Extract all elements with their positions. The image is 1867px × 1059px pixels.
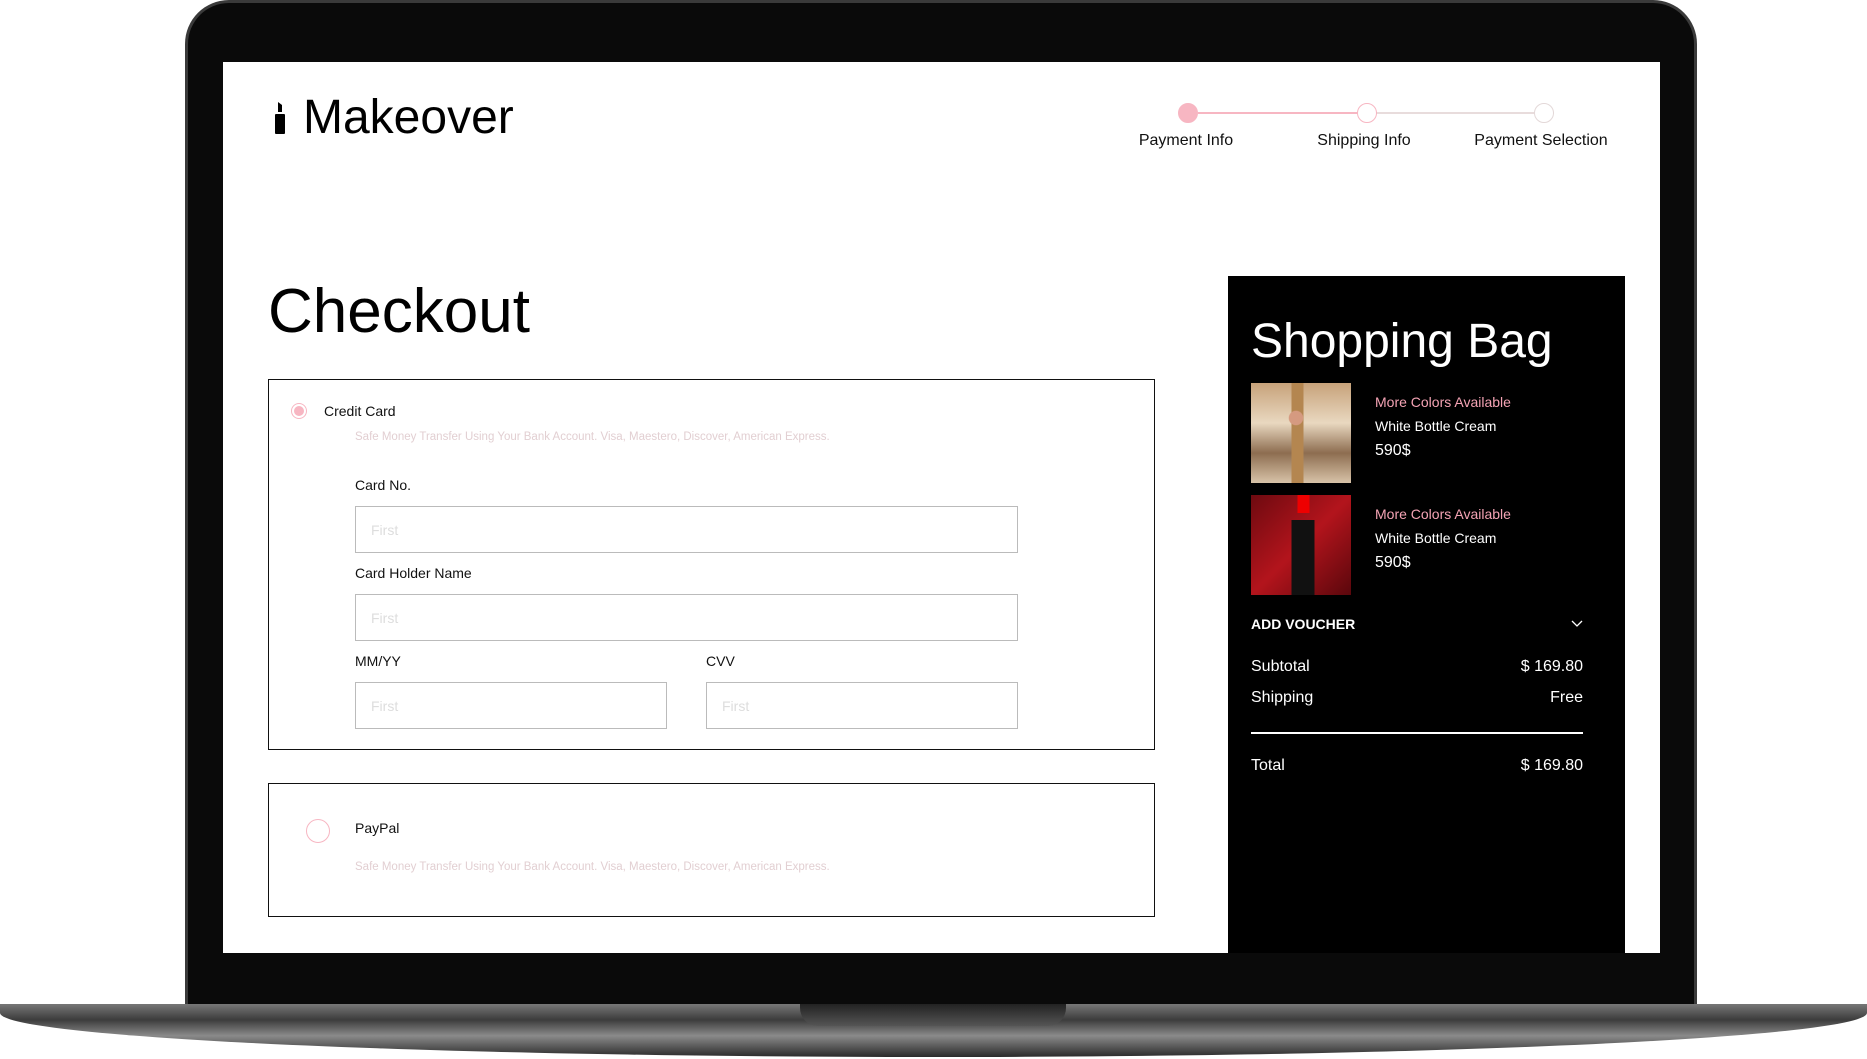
item-name: White Bottle Cream xyxy=(1375,530,1497,546)
paypal-option[interactable]: PayPal Safe Money Transfer Using Your Ba… xyxy=(268,783,1155,917)
paypal-label: PayPal xyxy=(355,820,400,836)
brand-logo[interactable]: Makeover xyxy=(273,90,514,145)
lipstick-icon xyxy=(275,101,285,134)
step-line xyxy=(1198,112,1377,114)
total-value: $ 169.80 xyxy=(1520,757,1583,774)
card-holder-label: Card Holder Name xyxy=(355,565,472,581)
radio-dot xyxy=(294,406,304,416)
item-tag: More Colors Available xyxy=(1375,506,1511,522)
add-voucher-toggle[interactable]: ADD VOUCHER xyxy=(1251,616,1583,632)
credit-card-label: Credit Card xyxy=(324,403,396,419)
expiry-input[interactable] xyxy=(355,682,667,729)
paypal-radio[interactable] xyxy=(306,819,330,843)
step-label-payment-info[interactable]: Payment Info xyxy=(1139,132,1233,150)
shipping-label: Shipping xyxy=(1251,689,1314,706)
step-line xyxy=(1377,112,1554,114)
item-price: 590$ xyxy=(1375,442,1411,459)
page-title: Checkout xyxy=(268,277,530,346)
credit-card-option[interactable]: Credit Card Safe Money Transfer Using Yo… xyxy=(268,379,1155,750)
divider xyxy=(1251,732,1583,734)
shopping-bag-panel: Shopping Bag More Colors Available White… xyxy=(1228,276,1625,953)
subtotal-label: Subtotal xyxy=(1251,658,1310,675)
step-label-shipping-info[interactable]: Shipping Info xyxy=(1317,132,1410,150)
credit-card-radio[interactable] xyxy=(291,403,307,419)
card-no-label: Card No. xyxy=(355,477,412,493)
paypal-description: Safe Money Transfer Using Your Bank Acco… xyxy=(355,861,830,873)
product-image xyxy=(1251,383,1351,483)
step-dot-payment-selection[interactable] xyxy=(1534,103,1554,123)
cvv-input[interactable] xyxy=(706,682,1018,729)
step-dot-shipping-info[interactable] xyxy=(1357,103,1377,123)
expiry-label: MM/YY xyxy=(355,653,401,669)
item-name: White Bottle Cream xyxy=(1375,418,1497,434)
step-dot-payment-info[interactable] xyxy=(1178,103,1198,123)
total-label: Total xyxy=(1251,757,1285,774)
card-holder-input[interactable] xyxy=(355,594,1018,641)
brand-name: Makeover xyxy=(303,91,514,144)
shopping-bag-title: Shopping Bag xyxy=(1251,315,1553,368)
cvv-label: CVV xyxy=(706,653,735,669)
card-no-input[interactable] xyxy=(355,506,1018,553)
screen: Makeover Payment Info Shipping Info Paym… xyxy=(223,62,1660,953)
subtotal-value: $ 169.80 xyxy=(1520,658,1583,675)
shipping-value: Free xyxy=(1550,689,1583,706)
laptop-notch xyxy=(800,1004,1066,1026)
credit-card-description: Safe Money Transfer Using Your Bank Acco… xyxy=(355,431,830,443)
add-voucher-label: ADD VOUCHER xyxy=(1251,616,1356,632)
chevron-down-icon xyxy=(1571,620,1583,627)
item-price: 590$ xyxy=(1375,554,1411,571)
item-tag: More Colors Available xyxy=(1375,394,1511,410)
step-label-payment-selection[interactable]: Payment Selection xyxy=(1474,132,1607,150)
product-image xyxy=(1251,495,1351,595)
